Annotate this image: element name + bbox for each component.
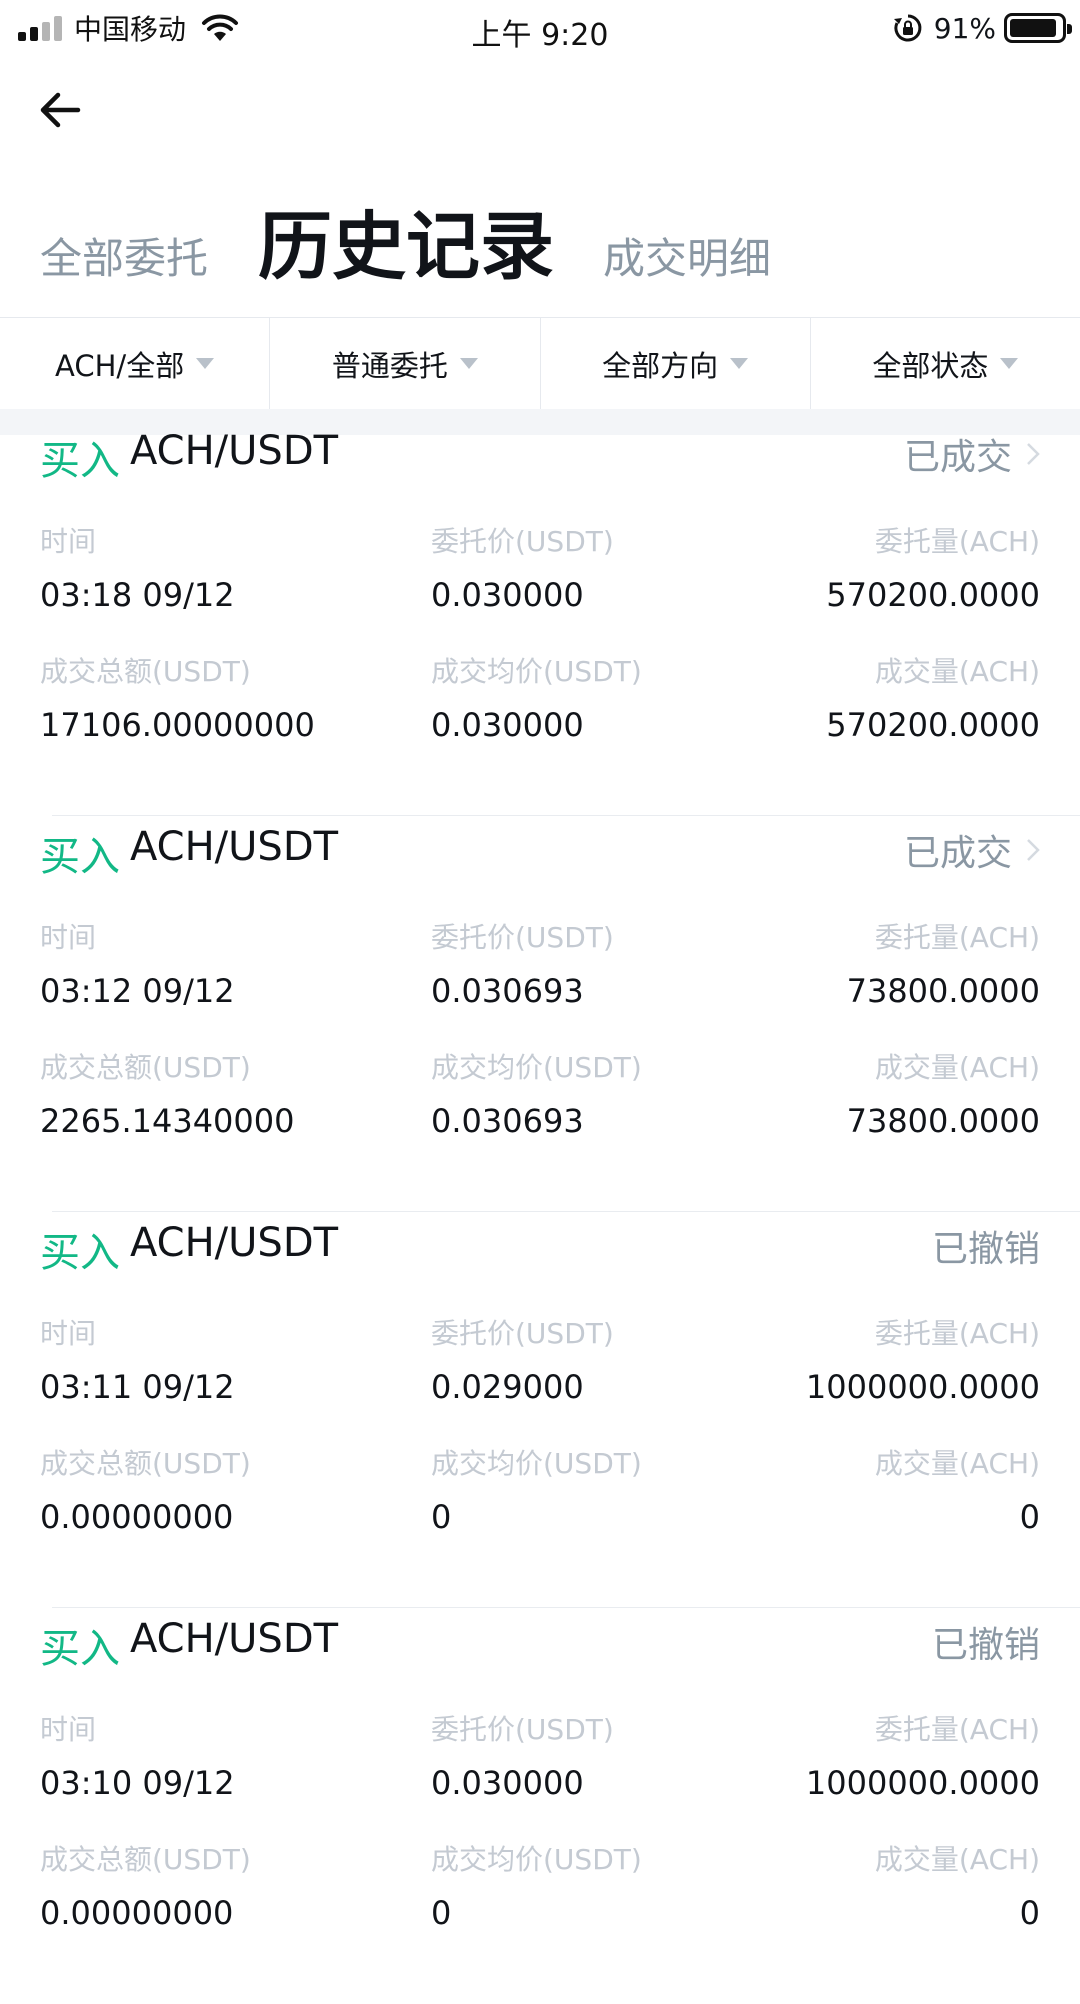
value-filled: 0 bbox=[1019, 1894, 1040, 1932]
battery-icon bbox=[1004, 13, 1072, 43]
value-price: 0.030693 bbox=[431, 972, 584, 1010]
value-amount: 1000000.0000 bbox=[805, 1368, 1040, 1406]
order-header: 买入 ACH/USDT 已成交 bbox=[40, 420, 1040, 484]
value-total: 17106.00000000 bbox=[40, 706, 315, 744]
label-filled: 成交量(ACH) bbox=[874, 655, 1040, 688]
label-price: 委托价(USDT) bbox=[431, 1713, 614, 1746]
value-time: 03:11 09/12 bbox=[40, 1368, 235, 1406]
label-time: 时间 bbox=[40, 1317, 97, 1350]
caret-down-icon bbox=[459, 358, 478, 369]
value-price: 0.030000 bbox=[431, 1764, 584, 1802]
label-total: 成交总额(USDT) bbox=[40, 1447, 251, 1480]
order-side: 买入 bbox=[40, 1230, 120, 1276]
caret-down-icon bbox=[730, 358, 749, 369]
label-avg: 成交均价(USDT) bbox=[431, 1051, 642, 1084]
value-total: 0.00000000 bbox=[40, 1894, 234, 1932]
value-avg: 0.030000 bbox=[431, 706, 584, 744]
order-status-text: 已撤销 bbox=[931, 1625, 1040, 1666]
label-time: 时间 bbox=[40, 525, 97, 558]
chevron-right-icon bbox=[1027, 839, 1040, 861]
status-bar: 中国移动 上午 9:20 91% bbox=[0, 0, 1080, 56]
filter-direction[interactable]: 全部方向 bbox=[541, 318, 811, 409]
order-card[interactable]: 买入 ACH/USDT 已成交 时间 委托价(USDT) 委托量(ACH) 03… bbox=[0, 420, 1080, 816]
filter-order-type[interactable]: 普通委托 bbox=[270, 318, 541, 409]
label-filled: 成交量(ACH) bbox=[874, 1447, 1040, 1480]
label-avg: 成交均价(USDT) bbox=[431, 1843, 642, 1876]
order-pair: ACH/USDT bbox=[130, 428, 339, 474]
filter-status[interactable]: 全部状态 bbox=[811, 318, 1080, 409]
label-avg: 成交均价(USDT) bbox=[431, 1447, 642, 1480]
order-status-text: 已撤销 bbox=[931, 1229, 1040, 1270]
value-amount: 73800.0000 bbox=[846, 972, 1040, 1010]
value-total: 2265.14340000 bbox=[40, 1102, 295, 1140]
caret-down-icon bbox=[196, 358, 215, 369]
battery-percent: 91% bbox=[933, 11, 996, 45]
label-price: 委托价(USDT) bbox=[431, 921, 614, 954]
filter-direction-label: 全部方向 bbox=[602, 348, 719, 383]
value-avg: 0 bbox=[431, 1498, 452, 1536]
order-status: 已撤销 bbox=[932, 1616, 1040, 1668]
status-right: 91% bbox=[892, 10, 1072, 46]
label-amount: 委托量(ACH) bbox=[874, 525, 1040, 558]
chevron-right-icon bbox=[1027, 443, 1040, 465]
order-status: 已成交 bbox=[904, 824, 1040, 876]
filter-pair[interactable]: ACH/全部 bbox=[0, 318, 271, 409]
label-avg: 成交均价(USDT) bbox=[431, 655, 642, 688]
label-price: 委托价(USDT) bbox=[431, 1317, 614, 1350]
value-amount: 1000000.0000 bbox=[805, 1764, 1040, 1802]
order-status-text: 已成交 bbox=[903, 833, 1012, 874]
order-pair: ACH/USDT bbox=[130, 1220, 339, 1266]
filter-pair-label: ACH/全部 bbox=[55, 348, 185, 383]
order-header: 买入 ACH/USDT 已成交 bbox=[40, 816, 1040, 880]
order-side: 买入 bbox=[40, 438, 120, 484]
order-card[interactable]: 买入 ACH/USDT 已撤销 时间 委托价(USDT) 委托量(ACH) 03… bbox=[0, 1212, 1080, 1608]
label-time: 时间 bbox=[40, 921, 97, 954]
value-filled: 570200.0000 bbox=[826, 706, 1040, 744]
label-filled: 成交量(ACH) bbox=[874, 1051, 1040, 1084]
label-total: 成交总额(USDT) bbox=[40, 1051, 251, 1084]
value-filled: 0 bbox=[1019, 1498, 1040, 1536]
order-status: 已撤销 bbox=[932, 1220, 1040, 1272]
order-card[interactable]: 买入 ACH/USDT 已撤销 时间 委托价(USDT) 委托量(ACH) 03… bbox=[0, 1608, 1080, 2004]
tab-trade-details[interactable]: 成交明细 bbox=[603, 225, 771, 286]
value-filled: 73800.0000 bbox=[846, 1102, 1040, 1140]
value-price: 0.029000 bbox=[431, 1368, 584, 1406]
order-status: 已成交 bbox=[904, 428, 1040, 480]
value-avg: 0.030693 bbox=[431, 1102, 584, 1140]
filter-order-type-label: 普通委托 bbox=[331, 348, 448, 383]
order-side: 买入 bbox=[40, 834, 120, 880]
filter-bar: ACH/全部 普通委托 全部方向 全部状态 bbox=[0, 317, 1080, 409]
order-side: 买入 bbox=[40, 1626, 120, 1672]
value-time: 03:10 09/12 bbox=[40, 1764, 235, 1802]
order-status-text: 已成交 bbox=[903, 437, 1012, 478]
order-header: 买入 ACH/USDT 已撤销 bbox=[40, 1608, 1040, 1672]
order-card[interactable]: 买入 ACH/USDT 已成交 时间 委托价(USDT) 委托量(ACH) 03… bbox=[0, 816, 1080, 1212]
rotation-lock-icon bbox=[893, 14, 922, 42]
value-time: 03:18 09/12 bbox=[40, 576, 235, 614]
value-time: 03:12 09/12 bbox=[40, 972, 235, 1010]
order-tabs: 全部委托 历史记录 成交明细 bbox=[0, 200, 1080, 310]
label-filled: 成交量(ACH) bbox=[874, 1843, 1040, 1876]
order-pair: ACH/USDT bbox=[130, 824, 339, 870]
value-total: 0.00000000 bbox=[40, 1498, 234, 1536]
label-amount: 委托量(ACH) bbox=[874, 1317, 1040, 1350]
value-amount: 570200.0000 bbox=[826, 576, 1040, 614]
label-amount: 委托量(ACH) bbox=[874, 1713, 1040, 1746]
order-pair: ACH/USDT bbox=[130, 1616, 339, 1662]
label-amount: 委托量(ACH) bbox=[874, 921, 1040, 954]
value-avg: 0 bbox=[431, 1894, 452, 1932]
order-header: 买入 ACH/USDT 已撤销 bbox=[40, 1212, 1040, 1276]
label-time: 时间 bbox=[40, 1713, 97, 1746]
back-arrow-icon[interactable] bbox=[36, 86, 84, 134]
value-price: 0.030000 bbox=[431, 576, 584, 614]
tab-all-orders[interactable]: 全部委托 bbox=[40, 225, 208, 286]
tab-history[interactable]: 历史记录 bbox=[258, 187, 554, 294]
label-price: 委托价(USDT) bbox=[431, 525, 614, 558]
label-total: 成交总额(USDT) bbox=[40, 655, 251, 688]
label-total: 成交总额(USDT) bbox=[40, 1843, 251, 1876]
caret-down-icon bbox=[1000, 358, 1019, 369]
filter-status-label: 全部状态 bbox=[872, 348, 989, 383]
